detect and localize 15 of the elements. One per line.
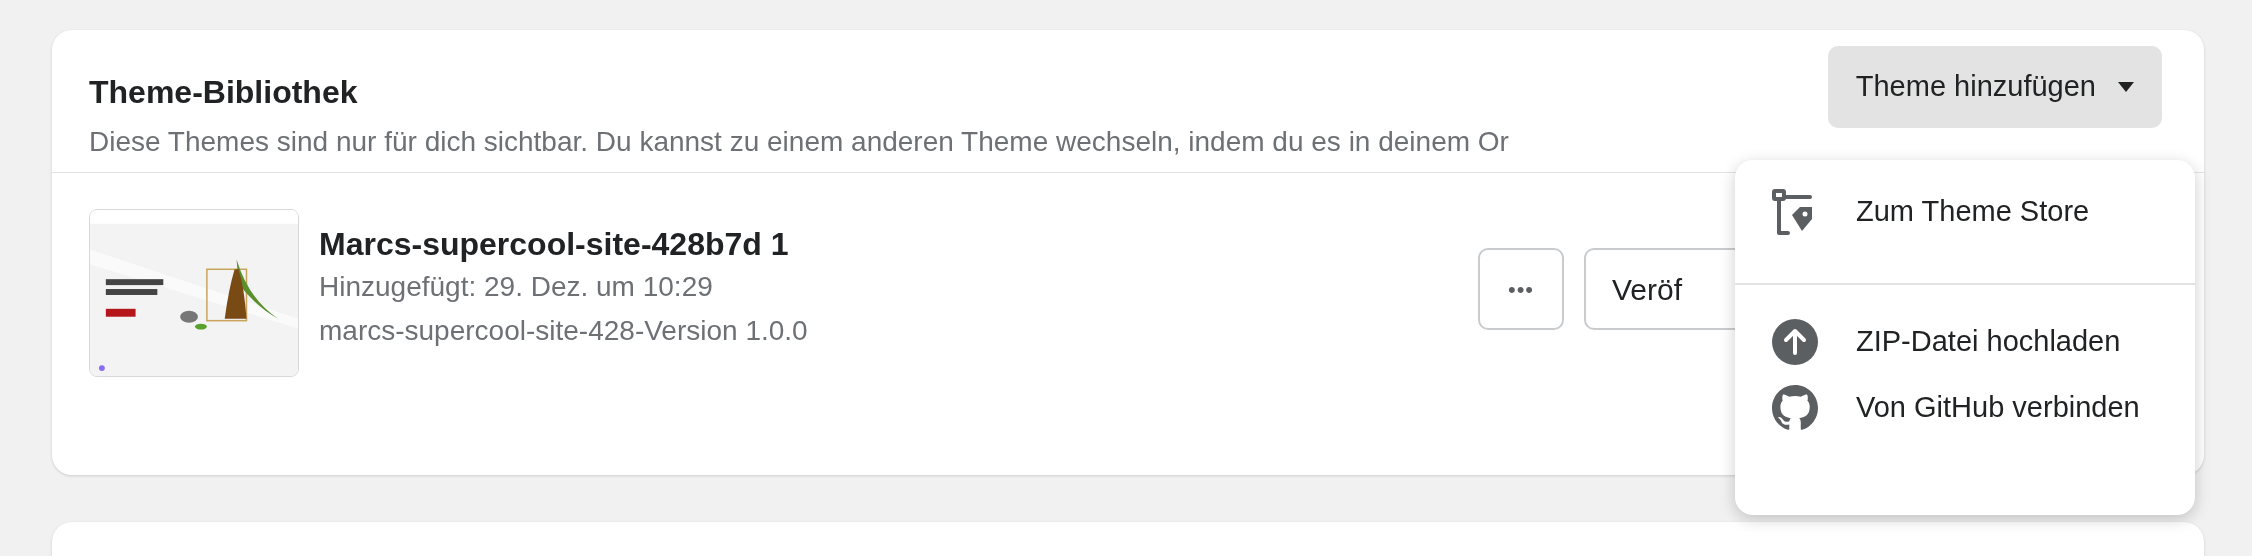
menu-item-label: Zum Theme Store	[1856, 194, 2090, 230]
menu-item-label: Von GitHub verbinden	[1856, 390, 2140, 426]
theme-name: Marcs-supercool-site-428b7d 1	[319, 225, 790, 264]
library-title: Theme-Bibliothek	[89, 73, 359, 112]
upload-icon	[1772, 319, 1818, 365]
theme-added-date: Hinzugefügt: 29. Dez. um 10:29	[319, 270, 714, 304]
menu-item-label: ZIP-Datei hochladen	[1856, 324, 2121, 360]
github-icon	[1772, 385, 1818, 431]
caret-icon	[2118, 82, 2134, 92]
theme-version: marcs-supercool-site-428-Version 1.0.0	[319, 314, 808, 348]
menu-item[interactable]: Von GitHub verbinden	[1735, 375, 2195, 441]
library-description: Diese Themes sind nur für dich sichtbar. Du kannst zu einem anderen Theme wechseln, indem du es in deinem Or	[89, 125, 1509, 159]
add-theme-button[interactable]: Theme hinzufügen	[1827, 46, 2162, 128]
more-actions-button[interactable]: •••	[1478, 248, 1564, 330]
menu-item[interactable]: Zum Theme Store	[1735, 179, 2195, 245]
